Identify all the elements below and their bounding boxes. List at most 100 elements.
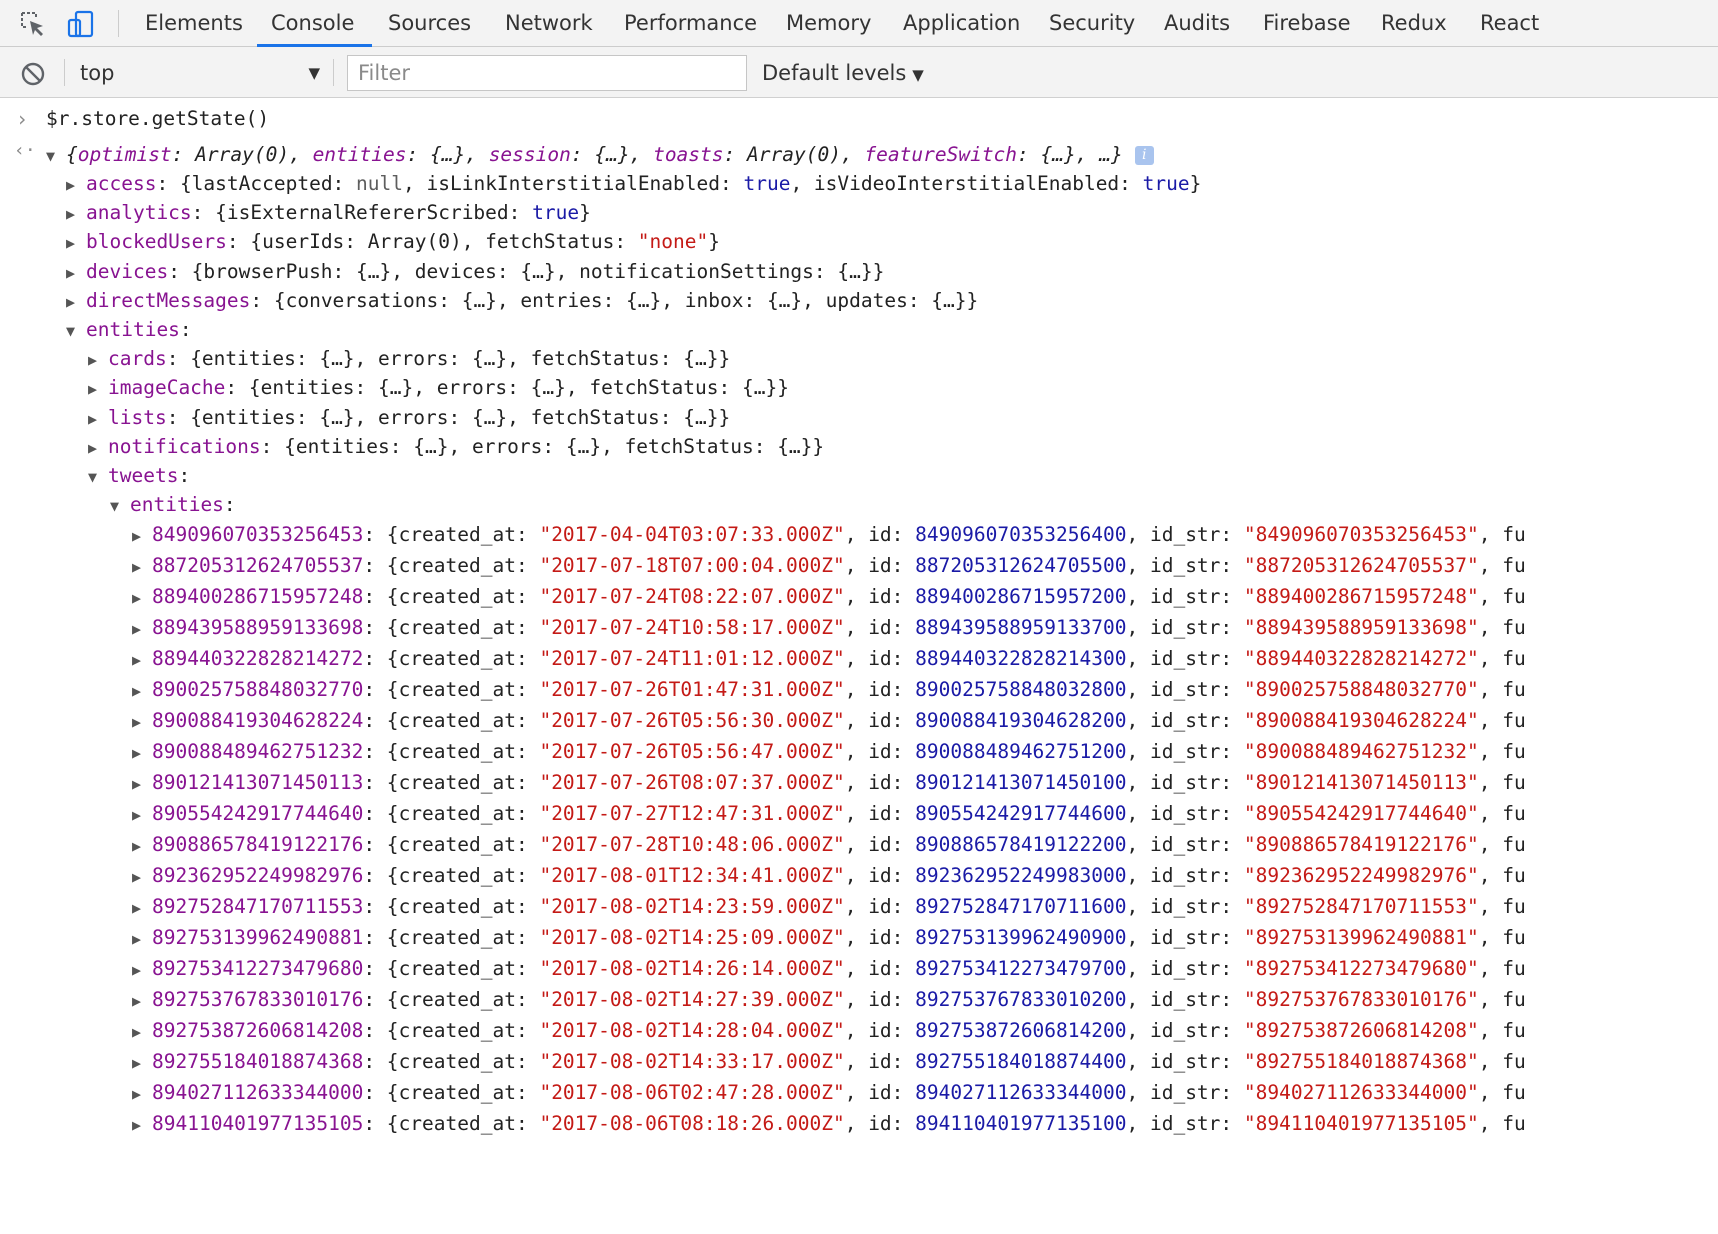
tree-row[interactable]: ▶ lists: {entities: {…}, errors: {…}, fet…	[88, 403, 730, 432]
tweet-row[interactable]: ▶ 890121413071450113: {created_at: "2017-…	[132, 768, 1526, 797]
field-name: id	[868, 864, 892, 887]
separator: ,	[1478, 554, 1503, 577]
expand-triangle-icon[interactable]: ▶	[66, 259, 86, 288]
separator: ,	[1478, 740, 1503, 763]
separator: : {	[363, 523, 399, 546]
tree-row-entities[interactable]: ▼ entities:	[66, 315, 192, 344]
expand-triangle-icon[interactable]: ▶	[132, 677, 152, 706]
field-name-truncated: fu	[1502, 864, 1526, 887]
separator: :	[515, 554, 540, 577]
collapse-triangle-icon[interactable]: ▼	[88, 463, 108, 492]
tweet-row[interactable]: ▶ 889400286715957248: {created_at: "2017-…	[132, 582, 1526, 611]
tweet-created-at: "2017-07-18T07:00:04.000Z"	[539, 554, 845, 577]
tweet-id: 890088489462751200	[915, 740, 1127, 763]
result-summary[interactable]: ▼ {optimist: Array(0), entities: {…}, ses…	[46, 140, 1154, 169]
separator: :	[1220, 616, 1244, 639]
clear-console-icon[interactable]	[20, 61, 46, 91]
expand-triangle-icon[interactable]: ▶	[88, 434, 108, 463]
tab-redux[interactable]: Redux	[1381, 0, 1447, 47]
expand-triangle-icon[interactable]: ▶	[132, 615, 152, 644]
tab-audits[interactable]: Audits	[1164, 0, 1230, 47]
tweet-row[interactable]: ▶ 890088489462751232: {created_at: "2017-…	[132, 737, 1526, 766]
tweet-row[interactable]: ▶ 890886578419122176: {created_at: "2017-…	[132, 830, 1526, 859]
tweet-row[interactable]: ▶ 892755184018874368: {created_at: "2017-…	[132, 1047, 1526, 1076]
tab-performance[interactable]: Performance	[624, 0, 757, 47]
tweet-row[interactable]: ▶ 894027112633344000: {created_at: "2017-…	[132, 1078, 1526, 1107]
tweet-row[interactable]: ▶ 889439588959133698: {created_at: "2017-…	[132, 613, 1526, 642]
expand-triangle-icon[interactable]: ▶	[88, 405, 108, 434]
device-toolbar-icon[interactable]	[64, 0, 98, 47]
property-preview: {entities: {…}, errors: {…}, fetchStatus…	[190, 347, 731, 370]
log-levels-dropdown[interactable]: Default levels ▼	[762, 58, 924, 88]
expand-triangle-icon[interactable]: ▶	[132, 832, 152, 861]
expand-triangle-icon[interactable]: ▶	[132, 522, 152, 551]
tree-row[interactable]: ▶ blockedUsers: {userIds: Array(0), fetch…	[66, 227, 720, 256]
tab-firebase[interactable]: Firebase	[1263, 0, 1351, 47]
collapse-triangle-icon[interactable]: ▼	[66, 317, 86, 346]
tweet-row[interactable]: ▶ 892753139962490881: {created_at: "2017-…	[132, 923, 1526, 952]
expand-triangle-icon[interactable]: ▶	[132, 1111, 152, 1140]
tweet-row[interactable]: ▶ 890025758848032770: {created_at: "2017-…	[132, 675, 1526, 704]
tab-console[interactable]: Console	[256, 0, 373, 47]
tweet-row[interactable]: ▶ 892362952249982976: {created_at: "2017-…	[132, 861, 1526, 890]
expand-triangle-icon[interactable]: ▶	[132, 553, 152, 582]
expand-triangle-icon[interactable]: ▶	[132, 1049, 152, 1078]
expand-triangle-icon[interactable]: ▶	[88, 375, 108, 404]
expand-triangle-icon[interactable]: ▶	[66, 200, 86, 229]
tweet-row[interactable]: ▶ 894110401977135105: {created_at: "2017-…	[132, 1109, 1526, 1138]
tree-row[interactable]: ▶ analytics: {isExternalRefererScribed: t…	[66, 198, 591, 227]
tree-row-tweets[interactable]: ▼ tweets:	[88, 461, 190, 490]
tweet-row[interactable]: ▶ 892753872606814208: {created_at: "2017-…	[132, 1016, 1526, 1045]
expand-triangle-icon[interactable]: ▶	[132, 739, 152, 768]
tab-elements[interactable]: Elements	[145, 0, 243, 47]
expand-triangle-icon[interactable]: ▶	[132, 646, 152, 675]
expand-triangle-icon[interactable]: ▶	[132, 863, 152, 892]
tree-row[interactable]: ▶ devices: {browserPush: {…}, devices: {……	[66, 257, 884, 286]
collapse-triangle-icon[interactable]: ▼	[110, 492, 130, 521]
expand-triangle-icon[interactable]: ▶	[66, 288, 86, 317]
tab-application[interactable]: Application	[903, 0, 1020, 47]
context-selector[interactable]: top ▼	[80, 58, 320, 88]
tab-network[interactable]: Network	[505, 0, 593, 47]
property-preview: {entities: {…}, errors: {…}, fetchStatus…	[190, 406, 731, 429]
tweet-id: 892362952249983000	[915, 864, 1127, 887]
separator: :	[1220, 988, 1244, 1011]
filter-input[interactable]	[347, 55, 747, 91]
tweet-row[interactable]: ▶ 892752847170711553: {created_at: "2017-…	[132, 892, 1526, 921]
expand-triangle-icon[interactable]: ▶	[132, 925, 152, 954]
property-preview: {userIds: Array(0), fetchStatus: "none"}	[250, 230, 720, 253]
tree-row[interactable]: ▶ notifications: {entities: {…}, errors: …	[88, 432, 824, 461]
tree-row-tweet-entities[interactable]: ▼ entities:	[110, 490, 236, 519]
expand-triangle-icon[interactable]: ▶	[132, 708, 152, 737]
expand-triangle-icon[interactable]: ▶	[132, 770, 152, 799]
expand-triangle-icon[interactable]: ▶	[132, 1018, 152, 1047]
tab-react[interactable]: React	[1480, 0, 1539, 47]
inspect-element-icon[interactable]	[16, 0, 50, 47]
tree-row[interactable]: ▶ access: {lastAccepted: null, isLinkInte…	[66, 169, 1201, 198]
expand-triangle-icon[interactable]: ▶	[66, 171, 86, 200]
expand-triangle-icon[interactable]: ▶	[132, 894, 152, 923]
tree-row[interactable]: ▶ imageCache: {entities: {…}, errors: {…}…	[88, 373, 789, 402]
tab-security[interactable]: Security	[1049, 0, 1135, 47]
tree-row[interactable]: ▶ directMessages: {conversations: {…}, en…	[66, 286, 978, 315]
tweet-row[interactable]: ▶ 890554242917744640: {created_at: "2017-…	[132, 799, 1526, 828]
expand-triangle-icon[interactable]: ▶	[88, 346, 108, 375]
tweet-created-at: "2017-07-26T05:56:47.000Z"	[539, 740, 845, 763]
tweet-row[interactable]: ▶ 890088419304628224: {created_at: "2017-…	[132, 706, 1526, 735]
expand-triangle-icon[interactable]: ▶	[132, 584, 152, 613]
expand-triangle-icon[interactable]: ▶	[132, 1080, 152, 1109]
tab-memory[interactable]: Memory	[786, 0, 871, 47]
tweet-row[interactable]: ▶ 887205312624705537: {created_at: "2017-…	[132, 551, 1526, 580]
tree-row[interactable]: ▶ cards: {entities: {…}, errors: {…}, fet…	[88, 344, 730, 373]
tweet-row[interactable]: ▶ 892753767833010176: {created_at: "2017-…	[132, 985, 1526, 1014]
info-icon[interactable]: i	[1134, 146, 1154, 165]
expand-triangle-icon[interactable]: ▶	[66, 229, 86, 258]
expand-triangle-icon[interactable]: ▶	[132, 987, 152, 1016]
collapse-triangle-icon[interactable]: ▼	[46, 142, 66, 171]
tweet-row[interactable]: ▶ 889440322828214272: {created_at: "2017-…	[132, 644, 1526, 673]
tweet-row[interactable]: ▶ 849096070353256453: {created_at: "2017-…	[132, 520, 1526, 549]
tab-sources[interactable]: Sources	[388, 0, 471, 47]
expand-triangle-icon[interactable]: ▶	[132, 801, 152, 830]
tweet-row[interactable]: ▶ 892753412273479680: {created_at: "2017-…	[132, 954, 1526, 983]
expand-triangle-icon[interactable]: ▶	[132, 956, 152, 985]
